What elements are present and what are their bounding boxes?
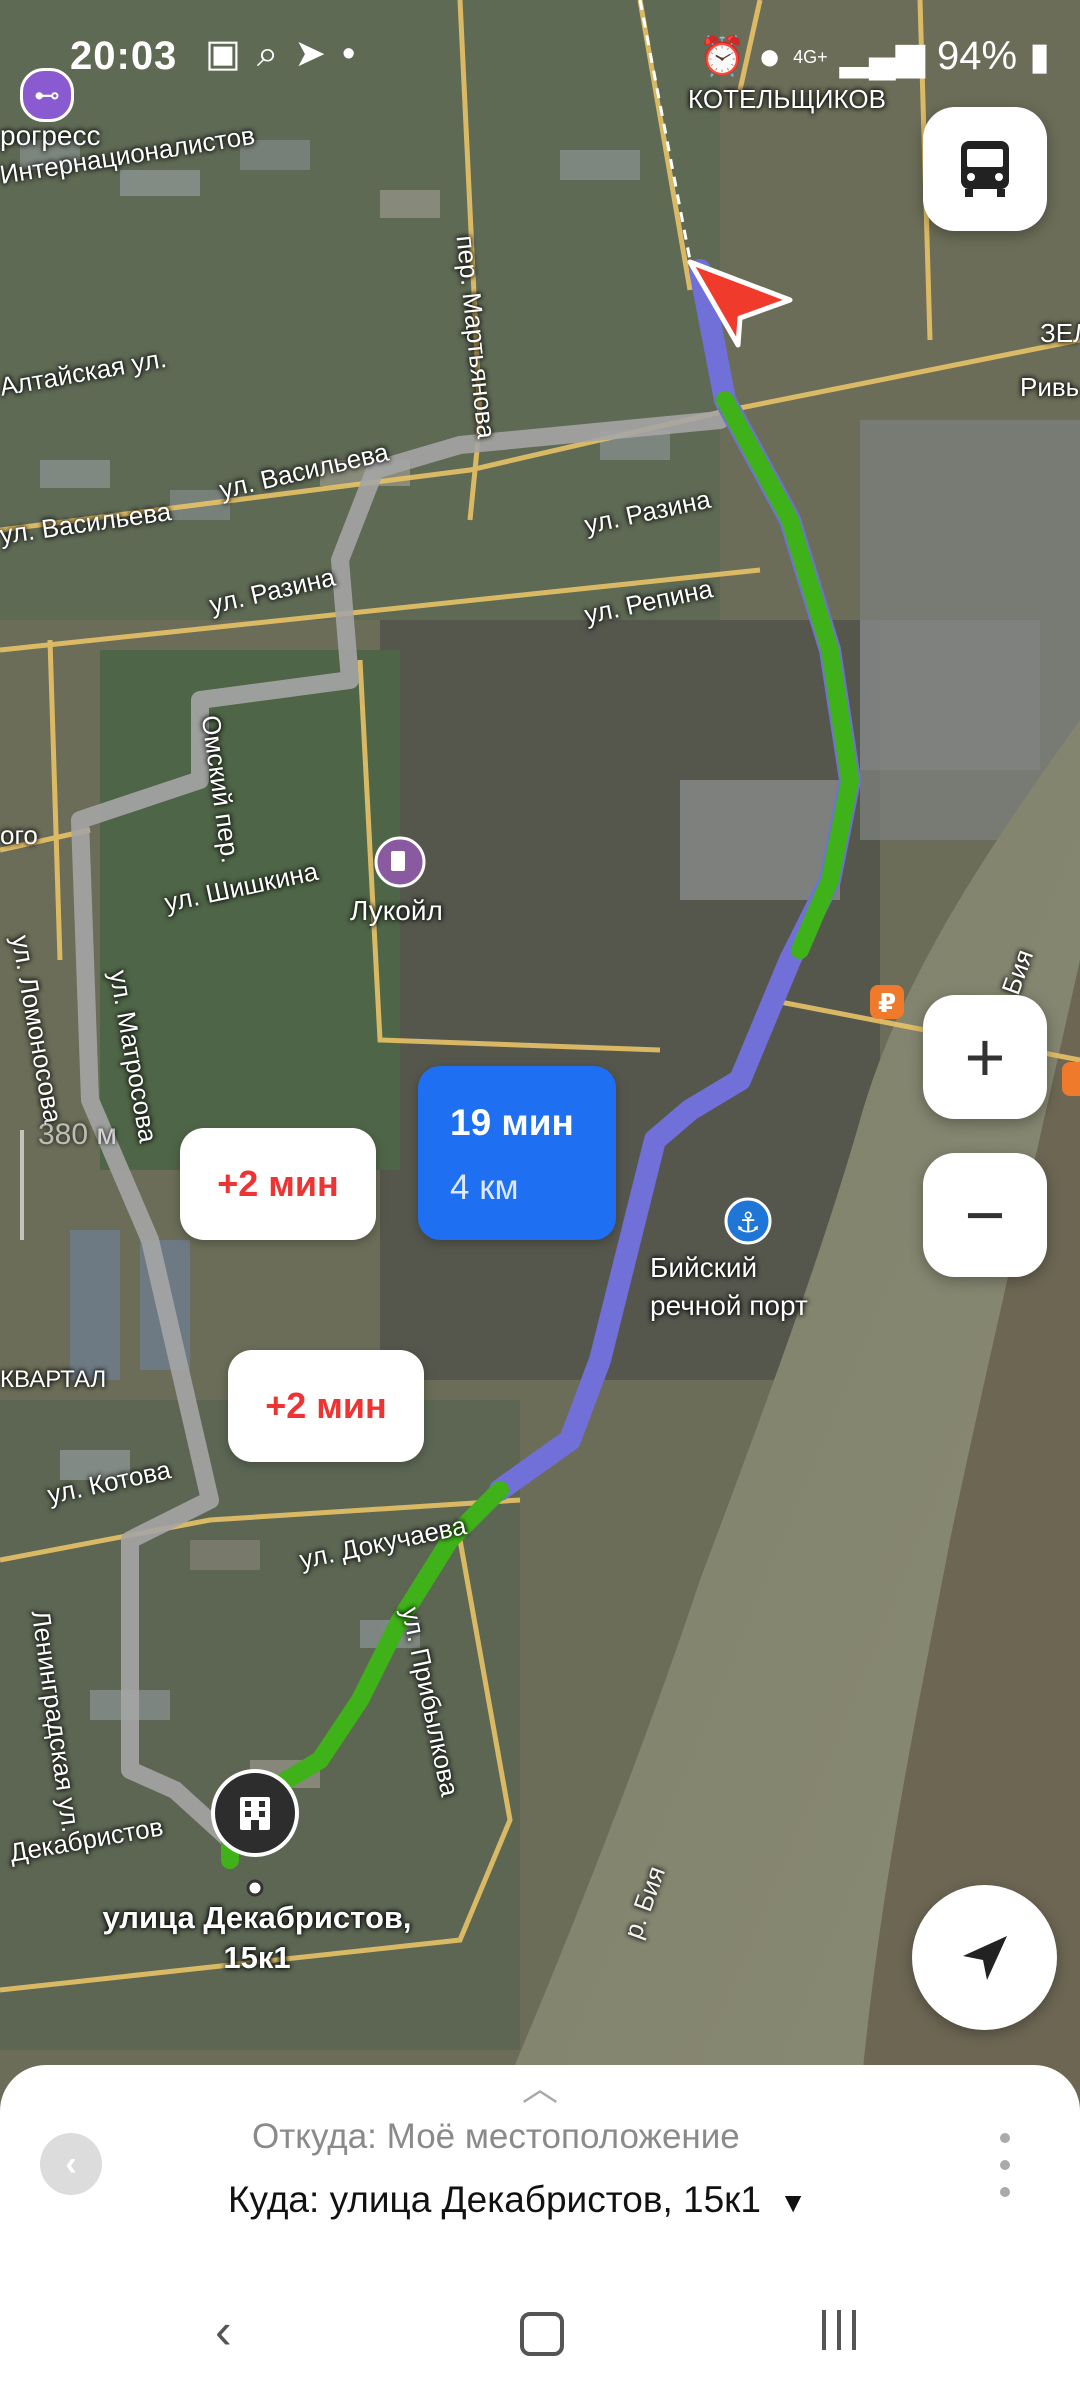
destination-label-line2: 15к1 bbox=[223, 1940, 291, 1975]
building-icon bbox=[240, 1797, 270, 1830]
system-nav-bar: ‹ bbox=[0, 2262, 1080, 2400]
nav-recents-button[interactable] bbox=[822, 2310, 856, 2350]
zoom-out-button[interactable]: − bbox=[923, 1153, 1047, 1277]
map-label-lukoil: Лукойл bbox=[350, 895, 443, 926]
map-label-rivy: Ривь bbox=[1020, 372, 1080, 402]
map-label-port-2: речной порт bbox=[650, 1290, 808, 1321]
more-dot-icon: • bbox=[342, 33, 356, 75]
to-field[interactable]: Куда: улица Декабристов, 15к1 ▼ bbox=[228, 2179, 807, 2221]
search-icon: ⌕ bbox=[256, 33, 279, 75]
recents-icon-bar bbox=[837, 2310, 841, 2350]
navigation-arrow-icon bbox=[962, 1935, 1007, 1980]
notification-icons: ▣ ⌕ ➤ • bbox=[205, 34, 355, 74]
status-time: 20:03 bbox=[70, 34, 178, 78]
plus-icon: + bbox=[964, 1018, 1006, 1096]
signal-icon: ▂▄▆ bbox=[839, 35, 926, 78]
zoom-in-button[interactable]: + bbox=[923, 995, 1047, 1119]
gas-station-glyph bbox=[391, 851, 405, 871]
dots-vertical-icon bbox=[1000, 2133, 1010, 2144]
main-route-time: 19 мин bbox=[450, 1102, 574, 1143]
gym-poi-icon[interactable]: ⊷ bbox=[20, 68, 74, 122]
battery-percent: 94% bbox=[937, 34, 1018, 78]
main-route-bubble[interactable]: 19 мин 4 км bbox=[418, 1066, 616, 1240]
screen: ⚓ ₽ рогресс Интернационалистов Алтайская… bbox=[0, 0, 1080, 2400]
battery-icon: ▮ bbox=[1029, 35, 1050, 78]
nav-home-button[interactable] bbox=[520, 2312, 564, 2356]
map-label-partial: ого bbox=[0, 820, 38, 850]
to-label: Куда: bbox=[228, 2179, 320, 2220]
more-options-button[interactable] bbox=[990, 2125, 1020, 2205]
dot bbox=[1000, 2159, 1010, 2170]
map-label-port-1: Бийский bbox=[650, 1252, 758, 1283]
map-scale-label: 380 м bbox=[38, 1118, 118, 1151]
minus-icon: − bbox=[964, 1176, 1006, 1254]
recents-icon bbox=[822, 2310, 826, 2350]
location-icon: ● bbox=[758, 35, 782, 78]
network-type-icon: 4G+ bbox=[793, 46, 828, 67]
to-value: улица Декабристов, 15к1 bbox=[329, 2179, 761, 2220]
status-bar: 20:03 ▣ ⌕ ➤ • ⏰ ● 4G+ ▂▄▆ 94% ▮ bbox=[0, 0, 1080, 110]
main-route-distance: 4 км bbox=[450, 1168, 519, 1207]
telegram-icon: ➤ bbox=[294, 33, 327, 75]
anchor-glyph: ⚓ bbox=[735, 1206, 760, 1239]
alarm-icon: ⏰ bbox=[698, 35, 747, 78]
alt-route-bubble-1[interactable]: +2 мин bbox=[180, 1128, 376, 1240]
dropdown-arrow-icon: ▼ bbox=[779, 2187, 807, 2218]
alt-route-2-time: +2 мин bbox=[265, 1385, 387, 1426]
recents-icon-bar bbox=[852, 2310, 856, 2350]
bank-ruble-icon-2[interactable] bbox=[1062, 1062, 1080, 1096]
dot bbox=[1000, 2186, 1010, 2197]
sheet-handle-icon[interactable]: ︿ bbox=[505, 2070, 575, 2106]
from-value: Моё местоположение bbox=[386, 2117, 740, 2156]
bus-icon bbox=[961, 141, 1009, 197]
transit-button[interactable] bbox=[923, 107, 1047, 231]
back-button[interactable]: ‹ bbox=[40, 2133, 102, 2195]
from-label: Откуда: bbox=[252, 2117, 377, 2156]
destination-dot bbox=[246, 1879, 264, 1897]
destination-label-line1: улица Декабристов, bbox=[102, 1900, 412, 1935]
from-field[interactable]: Откуда: Моё местоположение bbox=[252, 2117, 740, 2157]
system-icons: ⏰ ● 4G+ ▂▄▆ 94% ▮ bbox=[699, 34, 1050, 79]
svg-text:₽: ₽ bbox=[878, 989, 896, 1019]
my-location-button[interactable] bbox=[912, 1885, 1057, 2030]
map-label-zel: ЗЕЛ bbox=[1040, 318, 1080, 348]
map-label-kvartal: КВАРТАЛ bbox=[0, 1366, 107, 1393]
alt-route-bubble-2[interactable]: +2 мин bbox=[228, 1350, 424, 1462]
nav-back-icon: ‹ bbox=[215, 2303, 232, 2359]
chevron-left-icon: ‹ bbox=[65, 2144, 77, 2183]
alt-route-1-time: +2 мин bbox=[217, 1163, 339, 1204]
destination-label: улица Декабристов, 15к1 bbox=[92, 1898, 422, 1978]
gallery-icon: ▣ bbox=[205, 33, 241, 75]
nav-back-button[interactable]: ‹ bbox=[215, 2302, 232, 2360]
